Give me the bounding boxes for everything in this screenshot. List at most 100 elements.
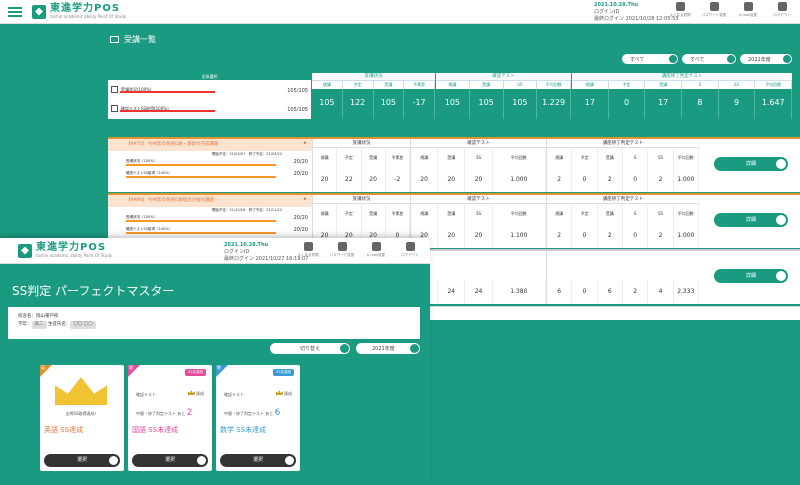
col-header: S (682, 81, 719, 89)
logout-link[interactable]: ログアウト (768, 2, 796, 18)
bookmark-icon[interactable]: ★ (303, 196, 309, 206)
password-label: パスワード変更 (701, 13, 727, 17)
chat-icon (303, 242, 313, 251)
progress-bar (120, 91, 215, 93)
email-link[interactable]: e-mail変更 (734, 2, 762, 18)
logo-title: 東進学力POS (36, 242, 107, 253)
cell-value: 2.333 (674, 280, 699, 304)
select-button[interactable]: 選択 (44, 454, 120, 467)
col-header: 受講 (470, 81, 504, 89)
cell-value: 105 (504, 89, 538, 119)
remaining-count: 6 (274, 408, 281, 418)
cell-value: 20 (313, 168, 338, 192)
subject-card-japanese[interactable]: 国 SS未達成 確認テスト 達成 中間・修了判定テスト あと 2 国語 SS未達… (128, 365, 212, 471)
cell-value: 24 (465, 280, 493, 304)
checkbox-icon[interactable] (111, 105, 118, 112)
detail-button[interactable]: 詳細 (714, 213, 788, 227)
col-header: 予定 (609, 81, 646, 89)
select-button[interactable]: 選択 (220, 454, 296, 467)
ss-label: 確認テストSS取得（100%） (126, 227, 172, 231)
course-schedule: 開始予定：21/10/16 修了予定：21/11/22 (212, 208, 282, 212)
cell-value: 105 (312, 89, 343, 119)
col-header: 平均回数 (674, 204, 699, 224)
col-header: 平均回数 (674, 148, 699, 168)
cell-value: 2 (648, 168, 674, 192)
cell-value: 105 (470, 89, 504, 119)
remaining-count: 2 (186, 408, 193, 418)
subject-result: 数学 SS未達成 (220, 426, 267, 434)
col-header: 予定 (572, 204, 598, 224)
course-title[interactable]: 【9975】 今井宏の英語C組・基礎力完成講座 (108, 139, 312, 151)
logout-label: ログアウト (401, 253, 419, 257)
logo-subtitle: toshin academic ability Point Of Study (50, 14, 127, 19)
crown-icon (55, 377, 107, 405)
crown-icon (187, 390, 195, 395)
col-header: SS (648, 204, 674, 224)
faq-link[interactable]: よくある質問 (294, 242, 322, 258)
cell-value: 1.000 (674, 168, 699, 192)
faq-link[interactable]: よくある質問 (666, 2, 694, 18)
school-name: 岡山東戸校 (36, 314, 59, 319)
group-title: 講座修了判定テスト (547, 139, 699, 148)
test-label: 確認テスト (136, 392, 156, 397)
year-select[interactable]: 2021年度 (356, 343, 420, 354)
subject-mark: 英 (41, 365, 45, 370)
group-title: 受講状況 (312, 73, 435, 81)
summary-left: 全体選択 受講状況(100%) 105/105 確認テストSS取得(100%) 10… (108, 73, 312, 119)
col-header: 規講 (572, 81, 609, 89)
col-header: SS (648, 148, 674, 168)
col-header: 規講 (411, 148, 439, 168)
course-title[interactable]: 【9989】 今井宏の英語C組総合力強化講座 (108, 195, 312, 207)
course-row: 【9975】 今井宏の英語C組・基礎力完成講座 ★ 開始予定：21/03/07 … (108, 137, 800, 192)
cell-value: 2 (623, 280, 649, 304)
select-all[interactable]: 全体選択 (108, 73, 311, 80)
progress-bar (126, 164, 276, 166)
course-info: 【9975】 今井宏の英語C組・基礎力完成講座 ★ 開始予定：21/03/07 … (108, 139, 313, 192)
filter-select-2[interactable]: すべて (682, 54, 736, 64)
subject-card-math[interactable]: 数 SS未達成 確認テスト 達成 中間・修了判定テスト あと 6 数学 SS未達… (216, 365, 300, 471)
stats-test: 確認テスト 規講 受講 SS 平均回数 20 20 20 1.000 (411, 139, 547, 192)
school-label: 校舎名： (18, 314, 36, 319)
page-title: SS判定 パーフェクトマスター (12, 284, 175, 298)
cell-value: 0 (623, 224, 649, 248)
password-link[interactable]: パスワード変更 (328, 242, 356, 258)
mail-icon (371, 242, 381, 251)
year-select[interactable]: 2021年度 (740, 54, 792, 64)
cell-value: 22 (337, 168, 362, 192)
cell-value: -2 (386, 168, 410, 192)
progress-bar (120, 110, 215, 112)
col-header: 受講 (598, 148, 623, 168)
key-icon (709, 2, 719, 11)
logout-link[interactable]: ログアウト (396, 242, 424, 258)
detail-button[interactable]: 詳細 (714, 269, 788, 283)
cell-value: 1.647 (755, 89, 793, 119)
subject-result: 国語 SS未達成 (132, 426, 179, 434)
front-header: 東進学力POS toshin academic ability Point Of… (0, 238, 430, 264)
filter-select-1[interactable]: すべて (622, 54, 678, 64)
bookmark-icon[interactable]: ★ (303, 140, 309, 150)
select-button[interactable]: 選択 (132, 454, 208, 467)
cell-value: 6 (547, 280, 573, 304)
cell-value: 0 (623, 168, 649, 192)
summary-group-test: 確認テスト 規講 受講 SS 平均回数 105 105 105 1.229 (436, 73, 572, 119)
password-link[interactable]: パスワード変更 (700, 2, 728, 18)
cell-value: 2 (598, 224, 623, 248)
detail-button[interactable]: 詳細 (714, 157, 788, 171)
summary-group-final: 講座修了判定テスト 規講 予定 受講 S SS 平均回数 17 0 17 8 9 1.647 (572, 73, 793, 119)
cell-value: 1.000 (493, 168, 547, 192)
password-label: パスワード変更 (329, 253, 355, 257)
subject-card-english[interactable]: 英 全問SS取得達成！ 英語 SS達成 選択 (40, 365, 124, 471)
email-link[interactable]: e-mail変更 (362, 242, 390, 258)
summary-panel: 全体選択 受講状況(100%) 105/105 確認テストSS取得(100%) 10… (108, 73, 793, 119)
col-header: 受講 (362, 148, 386, 168)
status-badge: SS未達成 (273, 369, 294, 376)
course-ss-line: 確認テストSS取得（100%） 20/20 (108, 170, 312, 178)
col-header: 予定 (337, 148, 362, 168)
checkbox-icon[interactable] (111, 86, 118, 93)
grade-value: 高二 (31, 321, 47, 329)
cell-value: 20 (438, 224, 466, 248)
lock-icon (777, 2, 787, 11)
menu-icon[interactable] (8, 6, 22, 17)
all-ss-message: 全問SS取得達成！ (65, 411, 99, 416)
switch-button[interactable]: 切り替え (270, 343, 350, 354)
